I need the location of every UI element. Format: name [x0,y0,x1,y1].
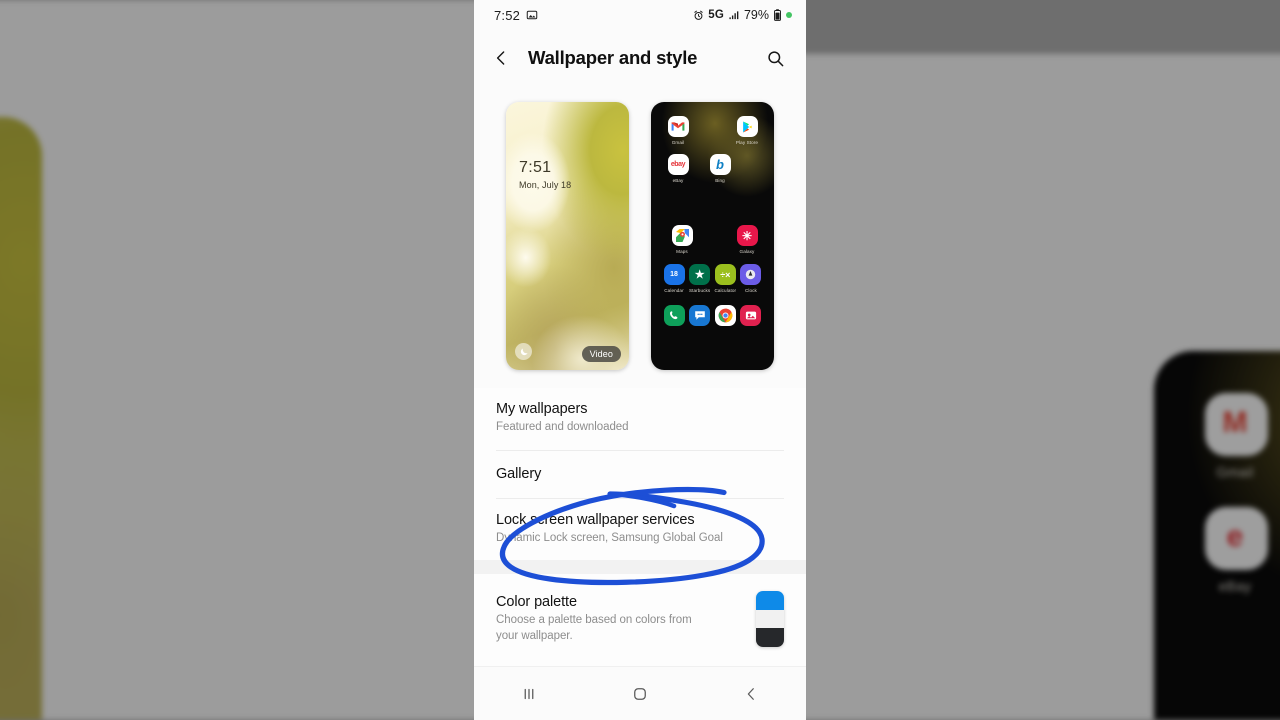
ebay-icon: ebay [667,154,689,175]
back-icon[interactable] [731,677,771,711]
list-item-gallery[interactable]: Gallery [474,451,806,498]
lock-screen-wallpaper-art [506,102,629,370]
app-label: Galaxy [739,249,755,254]
app-icon-gmail: Gmail [666,116,690,145]
app-icon-play-store: Play Store [735,116,759,145]
lock-screen-preview[interactable]: 7:51 Mon, July 18 Video [506,102,629,370]
back-chevron-icon[interactable] [486,43,516,73]
network-type: 5G [708,9,724,21]
lock-screen-time: 7:51 [519,159,552,176]
page-title: Wallpaper and style [528,47,698,68]
phone-screen: 7:52 5G 79% Wallpaper and style 7:51 Mon… [474,0,806,720]
battery-percent: 79% [743,8,769,22]
lock-screen-date: Mon, July 18 [519,179,572,190]
background-blur-right: MGmail ▶Play Store eeBay bBing ◉Maps ✳Ga… [800,0,1280,720]
list-item-subtitle: Dynamic Lock screen, Samsung Global Goal [496,531,723,544]
status-bar-time: 7:52 [494,7,521,23]
settings-list: My wallpapers Featured and downloaded Ga… [474,388,806,670]
list-item-subtitle: Featured and downloaded [496,421,629,433]
app-icon-gallery [739,305,763,326]
app-icon-bing: b Bing [708,154,732,183]
maps-icon [671,225,693,246]
app-label: Starbucks [688,288,711,293]
gmail-icon [667,116,689,137]
color-palette-swatch[interactable] [756,591,784,647]
battery-icon [773,9,782,21]
app-icon-ebay: ebay eBay [666,154,690,183]
home-screen-app-grid: Gmail Play Store ebay eBay b Bing Maps ✳… [651,102,774,370]
galaxy-store-icon: ✳ [736,225,758,246]
screen: 7:51 Mon, July 18 Video My wallpapers Fe… [0,0,1280,720]
app-icon-starbucks: ★ Starbucks [688,264,712,293]
app-label: Bing [715,178,725,183]
app-label: eBay [672,178,684,183]
app-icon-calendar: 18 Calendar [662,264,686,293]
signal-bars-icon [728,10,740,21]
app-label: Maps [676,249,688,254]
list-item-subtitle: Choose a palette based on colors from yo… [496,614,692,642]
play-store-icon [736,116,758,137]
list-item-title: Gallery [496,465,542,482]
messages-icon [689,305,711,326]
swatch-color-1 [756,591,784,611]
wallpaper-previews: 7:51 Mon, July 18 Video Gmail Play Store… [474,86,806,388]
phone-icon [663,305,685,326]
app-label: Clock [744,288,757,293]
bing-icon: b [709,154,731,175]
home-screen-preview[interactable]: Gmail Play Store ebay eBay b Bing Maps ✳… [651,102,774,370]
search-icon[interactable] [760,43,790,73]
app-label: Calculator [714,288,737,293]
status-bar: 7:52 5G 79% [474,0,806,30]
background-blur-left: 7:51 Mon, July 18 Video My wallpapers Fe… [0,0,480,720]
chrome-icon [714,305,736,326]
app-label: Gmail [671,140,685,145]
app-icon-galaxy-store: ✳ Galaxy [735,225,759,254]
swatch-color-3 [756,627,784,647]
list-item-title: My wallpapers [496,401,588,417]
image-icon [526,9,538,21]
section-gap [474,560,806,575]
app-icon-messages [688,305,712,326]
app-icon-phone [662,305,686,326]
app-icon-clock: Clock [739,264,763,293]
color-palette-card: Color palette Choose a palette based on … [474,574,806,670]
app-icon-chrome [713,305,737,326]
app-icon-calculator: ÷× Calculator [713,264,737,293]
settings-card: My wallpapers Featured and downloaded Ga… [474,388,806,561]
calendar-icon: 18 [663,264,685,285]
gallery-icon [740,305,762,326]
recents-icon[interactable] [509,677,549,711]
app-label: Play Store [735,140,759,145]
app-bar: Wallpaper and style [474,30,806,86]
swatch-color-2 [756,610,784,628]
moon-icon [515,343,532,360]
home-icon[interactable] [620,677,660,711]
list-item-my-wallpapers[interactable]: My wallpapers Featured and downloaded [474,388,806,450]
app-icon-maps: Maps [670,225,694,254]
green-privacy-dot [786,12,792,18]
clock-icon [740,264,762,285]
lock-screen-clock: 7:51 Mon, July 18 [519,159,572,190]
navigation-bar [474,666,806,720]
list-item-title: Lock screen wallpaper services [496,511,695,528]
calculator-icon: ÷× [714,264,736,285]
list-item-title: Color palette [496,594,577,611]
alarm-icon [693,10,704,21]
app-label: Calendar [664,288,684,293]
starbucks-icon: ★ [689,264,711,285]
list-item-color-palette[interactable]: Color palette Choose a palette based on … [474,574,806,669]
video-badge: Video [581,346,621,362]
list-item-lock-screen-wallpaper-services[interactable]: Lock screen wallpaper services Dynamic L… [474,499,806,561]
